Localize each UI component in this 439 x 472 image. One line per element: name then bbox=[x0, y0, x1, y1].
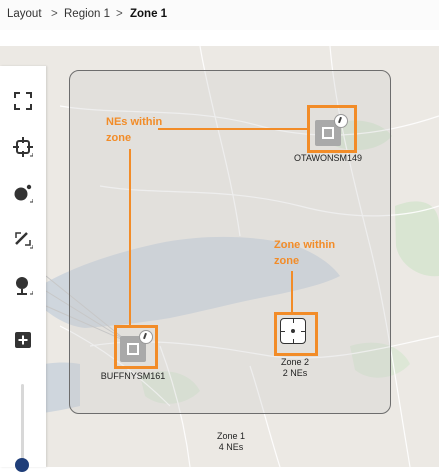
callout-line-1: NEs within bbox=[106, 116, 163, 128]
location-button[interactable] bbox=[8, 270, 38, 300]
breadcrumb-separator: > bbox=[51, 8, 58, 20]
callout-connector bbox=[129, 149, 131, 325]
target-select-button[interactable] bbox=[8, 132, 38, 162]
breadcrumb-region-1[interactable]: Region 1 bbox=[64, 8, 110, 20]
callout-connector bbox=[291, 271, 293, 312]
add-button[interactable] bbox=[8, 325, 38, 355]
callout-connector bbox=[158, 128, 307, 130]
add-node-icon bbox=[14, 184, 33, 203]
ne-label-otawonsm149: OTAWONSM149 bbox=[293, 153, 362, 163]
fit-screen-icon bbox=[14, 92, 32, 110]
draw-link-button[interactable] bbox=[8, 224, 38, 254]
zoom-slider-handle[interactable] bbox=[15, 458, 29, 472]
breadcrumb: Layout > Region 1 > Zone 1 bbox=[0, 0, 439, 30]
zone-2-count: 2 NEs bbox=[282, 368, 308, 378]
callout-line-2: zone bbox=[274, 255, 300, 267]
callout-zone-within-zone: Zone within zone bbox=[274, 237, 335, 269]
zoom-slider-track[interactable] bbox=[21, 384, 24, 467]
callout-nes-within-zone: NEs within zone bbox=[106, 114, 162, 146]
callout-highlight-zone-2 bbox=[274, 312, 318, 356]
callout-line-2: zone bbox=[106, 132, 132, 144]
breadcrumb-zone-1: Zone 1 bbox=[130, 8, 168, 20]
callout-line-1: Zone within bbox=[274, 239, 336, 251]
draw-link-icon bbox=[15, 232, 33, 249]
zone-2-name: Zone 2 bbox=[280, 357, 310, 367]
fit-screen-button[interactable] bbox=[8, 86, 38, 116]
zone-2-label: Zone 2 2 NEs bbox=[262, 357, 328, 379]
location-icon bbox=[16, 277, 33, 295]
breadcrumb-layout[interactable]: Layout bbox=[7, 8, 42, 20]
zone-1-name: Zone 1 bbox=[216, 431, 246, 441]
callout-highlight-otawonsm149 bbox=[307, 105, 357, 153]
callout-highlight-buffnysm161 bbox=[114, 325, 158, 369]
zone-1-count: 4 NEs bbox=[218, 442, 244, 452]
add-node-button[interactable] bbox=[8, 178, 38, 208]
breadcrumb-separator: > bbox=[116, 8, 123, 20]
zone-1-label: Zone 1 4 NEs bbox=[196, 431, 266, 453]
plus-icon bbox=[15, 332, 31, 348]
ne-label-buffnysm161: BUFFNYSM161 bbox=[100, 371, 166, 381]
target-select-icon bbox=[13, 137, 33, 157]
